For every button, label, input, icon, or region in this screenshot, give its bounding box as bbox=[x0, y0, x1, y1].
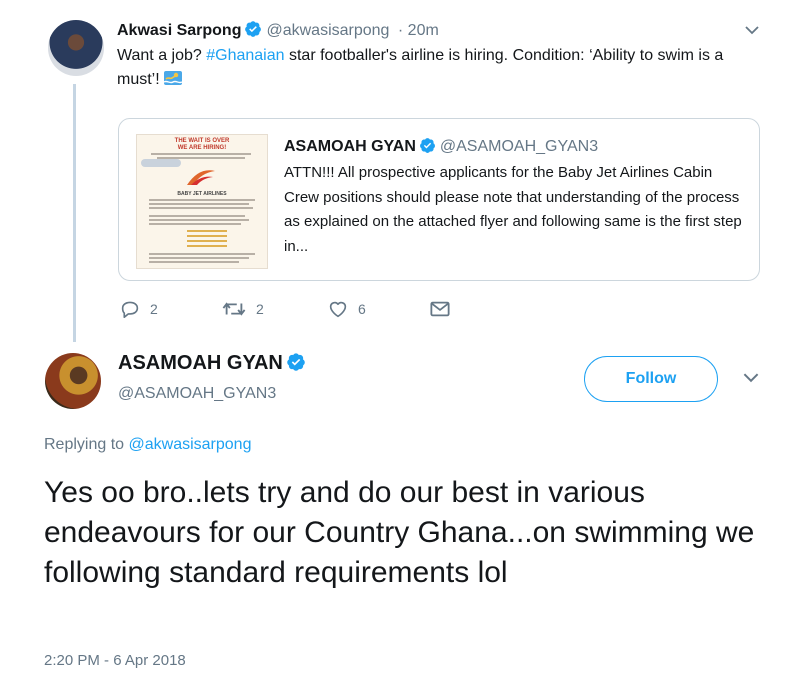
retweet-count: 2 bbox=[256, 301, 264, 317]
flyer-brand: BABY JET AIRLINES bbox=[177, 191, 227, 197]
heart-icon bbox=[329, 301, 347, 318]
swimmer-emoji-icon bbox=[164, 71, 183, 85]
direct-message-action[interactable] bbox=[430, 300, 450, 318]
author-handle[interactable]: @akwasisarpong bbox=[266, 22, 389, 39]
quoted-header: ASAMOAH GYAN @ASAMOAH_GYAN3 bbox=[284, 137, 598, 156]
flyer-image[interactable]: THE WAIT IS OVER WE ARE HIRING! BABY JET… bbox=[136, 134, 268, 269]
reply-action[interactable]: 2 bbox=[120, 300, 158, 318]
chevron-down-icon[interactable] bbox=[743, 370, 759, 388]
tweet-text: Want a job? #Ghanaian star footballer's … bbox=[117, 47, 724, 88]
verified-badge-icon bbox=[419, 138, 435, 153]
like-action[interactable]: 6 bbox=[328, 300, 366, 318]
quoted-author-name: ASAMOAH GYAN bbox=[284, 138, 416, 155]
author-name[interactable]: Akwasi Sarpong bbox=[117, 22, 241, 39]
replying-to: Replying to @akwasisarpong bbox=[44, 436, 252, 453]
author-handle[interactable]: @ASAMOAH_GYAN3 bbox=[118, 385, 276, 403]
reply-icon bbox=[121, 301, 139, 318]
quoted-tweet[interactable]: THE WAIT IS OVER WE ARE HIRING! BABY JET… bbox=[118, 118, 760, 281]
thread-line bbox=[73, 84, 76, 342]
retweet-action[interactable]: 2 bbox=[222, 300, 264, 318]
airline-logo-icon bbox=[187, 170, 215, 185]
flyer-title: THE WAIT IS OVER WE ARE HIRING! bbox=[174, 138, 230, 151]
chevron-down-icon[interactable] bbox=[745, 22, 759, 38]
quoted-author-handle: @ASAMOAH_GYAN3 bbox=[439, 138, 599, 155]
tweet-text: Yes oo bro..lets try and do our best in … bbox=[44, 476, 755, 589]
tweet-header: ASAMOAH GYAN bbox=[118, 352, 306, 375]
avatar[interactable] bbox=[48, 20, 104, 76]
like-count: 6 bbox=[358, 301, 366, 317]
avatar[interactable] bbox=[45, 353, 101, 409]
tweet-timestamp[interactable]: 2:20 PM - 6 Apr 2018 bbox=[44, 652, 186, 669]
hashtag-link[interactable]: #Ghanaian bbox=[206, 47, 284, 64]
follow-button[interactable]: Follow bbox=[584, 356, 718, 402]
author-name[interactable]: ASAMOAH GYAN bbox=[118, 352, 283, 374]
envelope-icon bbox=[430, 301, 450, 317]
tweet-header: Akwasi Sarpong @akwasisarpong · 20m bbox=[117, 20, 439, 40]
verified-badge-icon bbox=[287, 353, 305, 371]
replying-to-handle-link[interactable]: @akwasisarpong bbox=[129, 436, 252, 453]
quoted-text: ATTN!!! All prospective applicants for t… bbox=[284, 164, 742, 255]
reply-count: 2 bbox=[150, 301, 158, 317]
retweet-icon bbox=[222, 302, 246, 316]
tweet-time[interactable]: · 20m bbox=[398, 22, 439, 39]
verified-badge-icon bbox=[245, 21, 262, 37]
